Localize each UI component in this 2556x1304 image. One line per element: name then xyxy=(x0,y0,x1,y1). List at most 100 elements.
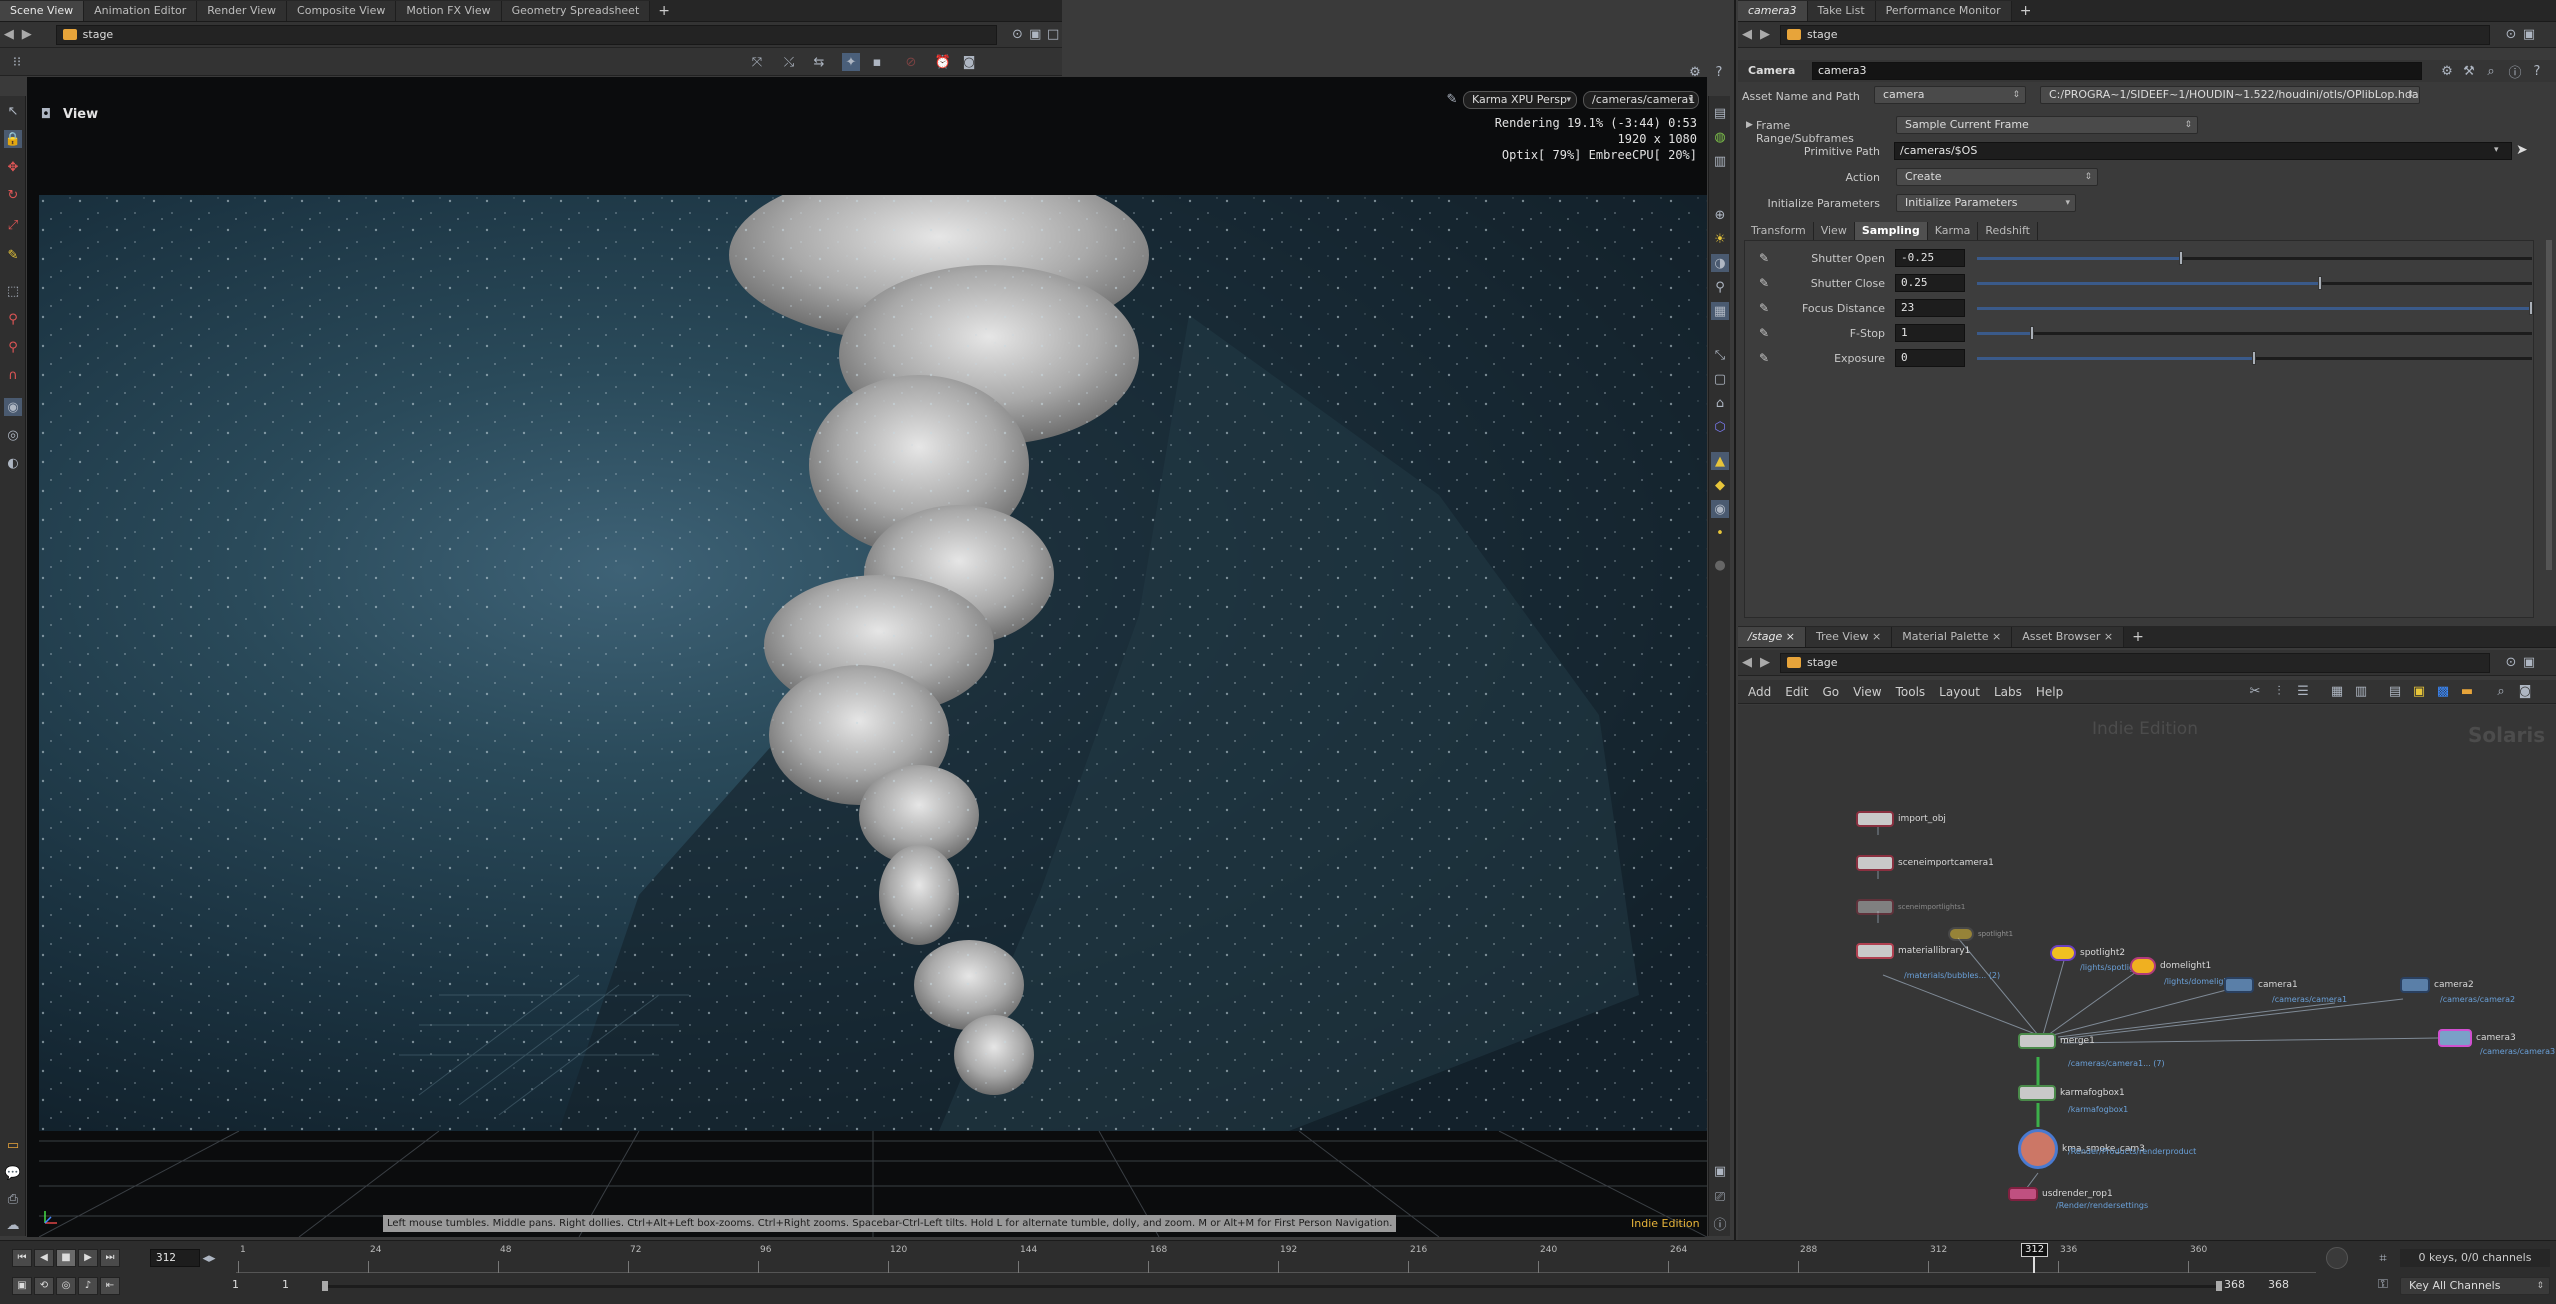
edit-pencil-icon[interactable]: ✎ xyxy=(1443,90,1461,108)
menu-add[interactable]: Add xyxy=(1748,685,1771,699)
param-row-4-slider-knob[interactable] xyxy=(2251,351,2256,365)
tab-scene-view[interactable]: Scene View xyxy=(0,1,85,21)
camera-lock-icon[interactable]: ⏰ xyxy=(934,53,952,71)
network-pin-icon[interactable]: ⊙ xyxy=(2502,654,2520,672)
display-opt-13-icon[interactable]: ▲ xyxy=(1711,452,1729,470)
persp-tool-icon[interactable]: ▭ xyxy=(4,1136,22,1154)
asset-path-menu[interactable]: C:/PROGRA~1/SIDEEF~1/HOUDIN~1.522/houdin… xyxy=(2040,86,2420,104)
param-row-2-slider-knob[interactable] xyxy=(2529,301,2533,315)
prim-path-field[interactable]: /cameras/$OS xyxy=(1894,142,2512,160)
right-pin-icon[interactable]: ⊙ xyxy=(2502,26,2520,44)
tab-network-stage[interactable]: /stage × xyxy=(1738,627,1806,647)
magnet-tool-icon[interactable]: ∩ xyxy=(4,366,22,384)
display-opt-18-icon[interactable]: ▣ xyxy=(1711,1162,1729,1180)
network-tree-icon[interactable]: ⫶ xyxy=(2270,682,2288,700)
param-row-1-slider[interactable] xyxy=(1977,276,2532,290)
left-path-field[interactable]: stage xyxy=(55,24,997,45)
network-path-field[interactable]: stage xyxy=(1780,652,2490,673)
viewport-help-circle-icon[interactable]: ? xyxy=(1710,63,1728,81)
display-opt-20-icon[interactable]: ⓘ xyxy=(1711,1214,1729,1233)
node-spotlight2[interactable]: spotlight2 xyxy=(2050,945,2125,961)
timeline-ruler[interactable]: 1 24 48 72 96 120 144 168 192 216 240 264 288 312 336 3… xyxy=(236,1243,2316,1273)
node-merge1[interactable]: merge1 xyxy=(2018,1033,2095,1049)
back-icon[interactable]: ◀ xyxy=(0,27,18,42)
jump-start-icon[interactable]: ⏮ xyxy=(12,1249,32,1267)
node-name-field[interactable]: camera3 xyxy=(1812,62,2422,80)
param-row-0-slider[interactable] xyxy=(1977,251,2532,265)
key-nav-icon[interactable]: ⇤ xyxy=(100,1277,120,1295)
node-karmafogbox1[interactable]: karmafogbox1 xyxy=(2018,1085,2125,1101)
pin-icon[interactable]: ⊙ xyxy=(1009,26,1027,44)
param-row-1-slider-knob[interactable] xyxy=(2318,276,2323,290)
jump-end-icon[interactable]: ⏭ xyxy=(100,1249,120,1267)
snap-icon[interactable]: ⇆ xyxy=(810,53,828,71)
pane-divider[interactable] xyxy=(1734,0,1736,1240)
handle-tool-icon[interactable]: ⬚ xyxy=(4,282,22,300)
menu-tools[interactable]: Tools xyxy=(1896,685,1926,699)
key-all-icon[interactable]: ⚿ xyxy=(2374,1275,2392,1293)
viewport[interactable]: ◘ View ✎ Karma XPU Persp ▾ /cameras/camer… xyxy=(27,77,1707,1237)
display-opt-9-icon[interactable]: ⤡ xyxy=(1711,346,1729,364)
real-time-icon[interactable]: ▣ xyxy=(12,1277,32,1295)
tab-animation-editor[interactable]: Animation Editor xyxy=(84,1,198,21)
grid-menu-icon[interactable]: ⁝⁝ xyxy=(8,53,26,71)
param-row-1-field[interactable]: 0.25 xyxy=(1895,274,1965,292)
move-tool-icon[interactable]: ✥ xyxy=(4,158,22,176)
node-camera3[interactable]: camera3 xyxy=(2438,1029,2516,1047)
right-layout-icon[interactable]: ▣ xyxy=(2520,26,2538,44)
camera-tool-icon[interactable]: ◎ xyxy=(4,426,22,444)
right-back-icon[interactable]: ◀ xyxy=(1738,27,1756,42)
display-opt-19-icon[interactable]: ⎚ xyxy=(1711,1188,1729,1206)
prim-path-dropdown-icon[interactable]: ▾ xyxy=(2494,145,2499,155)
range-end-b[interactable]: 368 xyxy=(2268,1278,2308,1291)
ghost-tool-icon[interactable]: ☁ xyxy=(4,1216,22,1234)
network-forward-icon[interactable]: ▶ xyxy=(1756,655,1774,670)
snapshot-icon[interactable]: ◙ xyxy=(960,53,978,71)
display-opt-6-icon[interactable]: ◑ xyxy=(1711,254,1729,272)
param-gear-icon[interactable]: ⚙ xyxy=(2438,62,2456,80)
rotate-tool-icon[interactable]: ↻ xyxy=(4,186,22,204)
subtab-view[interactable]: View xyxy=(1813,222,1855,240)
network-list-icon[interactable]: ☰ xyxy=(2294,682,2312,700)
tab-render-view[interactable]: Render View xyxy=(197,1,288,21)
param-row-3-slider[interactable] xyxy=(1977,326,2532,340)
param-row-0-field[interactable]: -0.25 xyxy=(1895,249,1965,267)
chat-tool-icon[interactable]: 💬 xyxy=(4,1164,22,1182)
display-opt-3-icon[interactable]: ▥ xyxy=(1711,152,1729,170)
right-path-field[interactable]: stage xyxy=(1780,24,2490,45)
tab-parameters-camera3[interactable]: camera3 xyxy=(1738,1,1808,21)
camera-menu[interactable]: /cameras/camera1 ▾ xyxy=(1583,91,1699,109)
add-tab-icon[interactable]: + xyxy=(650,1,678,21)
range-slider[interactable] xyxy=(322,1281,2222,1291)
keys-icon[interactable]: ⌗ xyxy=(2374,1249,2392,1267)
current-frame-field[interactable]: 312 xyxy=(150,1249,200,1267)
display-opt-17-icon[interactable]: ● xyxy=(1711,556,1729,574)
param-row-3-field[interactable]: 1 xyxy=(1895,324,1965,342)
param-search-icon[interactable]: ⌕ xyxy=(2482,62,2500,80)
menu-labs[interactable]: Labs xyxy=(1994,685,2022,699)
display-opt-4-icon[interactable]: ⊕ xyxy=(1711,206,1729,224)
frame-range-menu[interactable]: Sample Current Frame ⇕ xyxy=(1896,116,2198,134)
node-sceneimportlights1[interactable]: sceneimportlights1 xyxy=(1856,899,1965,915)
range-end-a[interactable]: 368 xyxy=(2224,1278,2264,1291)
display-opt-11-icon[interactable]: ⌂ xyxy=(1711,394,1729,412)
display-opt-1-icon[interactable]: ▤ xyxy=(1711,104,1729,122)
range-icon[interactable]: ◎ xyxy=(56,1277,76,1295)
display-mode-icon[interactable]: ▪ xyxy=(868,53,886,71)
rotate-handle-icon[interactable]: ⤯ xyxy=(780,53,798,71)
param-row-4-field[interactable]: 0 xyxy=(1895,349,1965,367)
add-network-tab-icon[interactable]: + xyxy=(2124,627,2152,647)
audio-dial-icon[interactable] xyxy=(2326,1247,2348,1269)
display-opt-12-icon[interactable]: ⬡ xyxy=(1711,418,1729,436)
tab-motion-fx-view[interactable]: Motion FX View xyxy=(396,1,502,21)
param-row-0-slider-knob[interactable] xyxy=(2179,251,2184,265)
display-opt-10-icon[interactable]: ▢ xyxy=(1711,370,1729,388)
layout-icon[interactable]: ▣ xyxy=(1026,26,1044,44)
right-forward-icon[interactable]: ▶ xyxy=(1756,27,1774,42)
menu-go[interactable]: Go xyxy=(1822,685,1839,699)
node-spotlight1[interactable]: spotlight1 xyxy=(1948,927,2013,941)
menu-help[interactable]: Help xyxy=(2036,685,2063,699)
lock-tool-icon[interactable]: 🔒 xyxy=(4,130,22,148)
range-start-b[interactable]: 1 xyxy=(282,1278,322,1294)
display-opt-2-icon[interactable]: ◍ xyxy=(1711,128,1729,146)
